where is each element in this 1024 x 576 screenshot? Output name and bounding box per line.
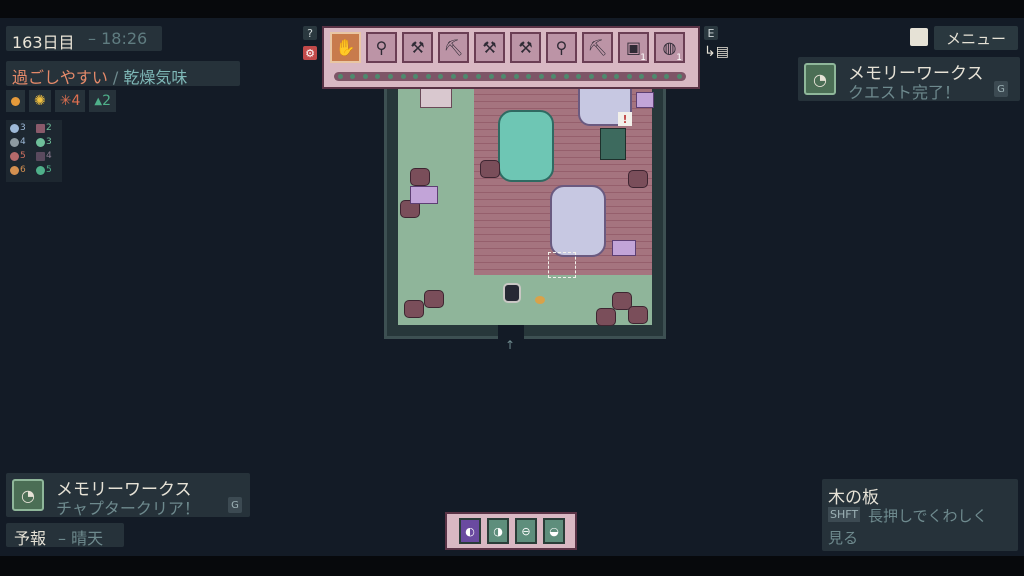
quest-notification: ◔ メモリーワークス クエスト完了！ G: [798, 57, 1020, 102]
day-time-panel: 163日目 – 18:26: [6, 26, 162, 52]
comfort-separator: /: [107, 68, 124, 87]
key-e-hint: E: [704, 26, 718, 40]
resource-moon: 3: [10, 123, 26, 133]
menu-button[interactable]: メニュー: [934, 26, 1018, 50]
memory-works-icon: ◔: [804, 63, 836, 95]
forecast-panel: 予報 – 晴天: [6, 523, 124, 548]
quest-status: クエスト完了！: [848, 83, 961, 102]
teal-orb-icon[interactable]: ⊖: [515, 518, 537, 544]
letterbox-top: [0, 0, 1024, 18]
stat-row: ✺ ✳ 4 ▲ 2: [6, 90, 117, 112]
toolbar-page-indicator: [334, 72, 686, 81]
barrel-icon: [410, 168, 430, 186]
box-icon: [36, 123, 45, 133]
notice-status: チャプタークリア！: [56, 499, 200, 518]
sun-orange-icon: [6, 90, 25, 112]
hotbar: ◐ ◑ ⊖ ◒: [445, 512, 577, 550]
sun-yellow-icon: ✺: [29, 90, 51, 112]
wrench-icon[interactable]: ⚒: [510, 32, 541, 63]
table-icon: [420, 88, 452, 108]
orange-orb-icon: [10, 165, 19, 175]
tile-cursor: [548, 252, 576, 278]
barrel-icon: [480, 160, 500, 178]
barrel-icon: [628, 170, 648, 188]
crate-icon: [612, 240, 636, 256]
resource-box: 2: [36, 123, 52, 133]
machine-icon[interactable]: [600, 128, 626, 160]
forecast-value: – 晴天: [58, 529, 104, 548]
exit-arrow-icon[interactable]: ↑: [505, 338, 515, 352]
teal-orb-icon-2[interactable]: ◒: [543, 518, 565, 544]
resource-leaf: 3: [36, 137, 52, 147]
tooltip-text-1: 長押しでくわしく: [868, 507, 988, 525]
settings-gear-icon[interactable]: ⚙: [303, 46, 317, 60]
seed-icon[interactable]: [535, 296, 545, 304]
gray-orb-icon: [10, 137, 19, 147]
crate-icon: [636, 92, 654, 108]
barrel-icon: ◍: [662, 38, 677, 57]
crate-icon: [410, 186, 438, 204]
green-clover-icon: [36, 165, 45, 175]
time-label: – 18:26: [88, 29, 148, 48]
hammer-icon[interactable]: ⚒: [474, 32, 505, 63]
tool-toolbar: ✋ ⚲ ⚒ ⛏ ⚒ ⚒ ⚲ ⛏ ▣ 1 ◍ 1: [322, 26, 700, 89]
day-label: 163日目: [12, 33, 75, 52]
crate-icon: ▣: [625, 38, 642, 57]
green-orb-icon[interactable]: ◑: [487, 518, 509, 544]
resource-darkbox: 4: [36, 151, 52, 161]
red-orb-icon: [10, 151, 19, 161]
axe-icon[interactable]: ⚒: [402, 32, 433, 63]
forecast-label: 予報: [14, 529, 47, 548]
player-character: [503, 283, 521, 303]
water-tank-icon: [498, 110, 554, 182]
glass-tank-icon: [550, 185, 606, 257]
barrel-icon: [424, 290, 444, 308]
crate-slot[interactable]: ▣ 1: [618, 32, 649, 63]
comfort-dry: 乾燥気味: [123, 68, 188, 87]
water-drop-icon: ▲: [94, 95, 103, 107]
comfort-good: 過ごしやすい: [12, 68, 108, 87]
resource-orange: 6: [10, 165, 26, 175]
item-tooltip: 木の板 SHFT 長押しでくわしく 見る: [822, 479, 1018, 551]
shovel-icon[interactable]: ⚲: [546, 32, 577, 63]
barrel-slot[interactable]: ◍ 1: [654, 32, 685, 63]
magnifier-icon[interactable]: ⚲: [366, 32, 397, 63]
resource-gray: 4: [10, 137, 26, 147]
pickaxe-icon[interactable]: ⛏: [438, 32, 469, 63]
letterbox-bottom: [0, 556, 1024, 576]
notice-key: G: [228, 497, 242, 513]
barrel-icon: [404, 300, 424, 318]
stat-water: ▲ 2: [89, 90, 117, 112]
resource-red: 5: [10, 151, 26, 161]
resource-grid: 3 2 4 3 5 4 6 5: [6, 120, 62, 182]
inventory-arrow-icon[interactable]: ↳▤: [704, 44, 729, 60]
purple-orb-icon[interactable]: ◐: [459, 518, 481, 544]
moon-icon: [10, 123, 19, 133]
barrel-icon: [596, 308, 616, 326]
comfort-panel: 過ごしやすい / 乾燥気味: [6, 61, 240, 87]
help-button[interactable]: ?: [303, 26, 317, 40]
shift-key: SHFT: [828, 507, 861, 522]
alert-icon: !: [618, 112, 632, 126]
printer-icon[interactable]: [910, 28, 928, 46]
leaf-icon: [36, 137, 45, 147]
dark-box-icon: [36, 151, 45, 161]
star-icon: ✳: [59, 93, 72, 109]
resource-clover: 5: [36, 165, 52, 175]
tooltip-text-2: 見る: [828, 529, 859, 547]
hand-icon[interactable]: ✋: [330, 32, 361, 63]
quest-key: G: [994, 81, 1008, 97]
chapter-notification: ◔ メモリーワークス チャプタークリア！ G: [6, 473, 250, 518]
stat-star: ✳ 4: [54, 90, 86, 112]
memory-works-icon: ◔: [12, 479, 44, 511]
scythe-icon[interactable]: ⛏: [582, 32, 613, 63]
barrel-icon: [628, 306, 648, 324]
